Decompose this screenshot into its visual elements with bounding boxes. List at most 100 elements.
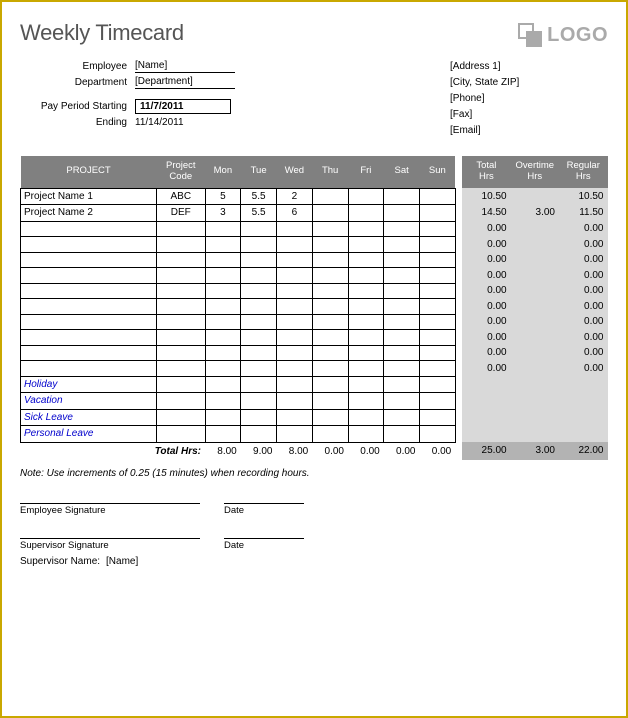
table-cell[interactable] — [157, 376, 205, 393]
table-cell[interactable] — [348, 376, 384, 393]
table-cell[interactable] — [384, 409, 420, 426]
table-cell[interactable] — [277, 361, 313, 377]
employee-name[interactable]: [Name] — [135, 59, 235, 73]
table-cell[interactable] — [241, 330, 277, 346]
table-cell[interactable] — [241, 268, 277, 284]
table-cell[interactable] — [348, 314, 384, 330]
table-cell[interactable] — [312, 188, 348, 205]
table-cell[interactable] — [384, 188, 420, 205]
table-cell[interactable] — [157, 345, 205, 361]
table-cell[interactable] — [205, 268, 241, 284]
table-cell[interactable] — [241, 393, 277, 410]
table-cell[interactable] — [241, 283, 277, 299]
table-cell[interactable] — [277, 283, 313, 299]
table-cell[interactable] — [277, 221, 313, 237]
table-cell[interactable] — [205, 299, 241, 315]
table-cell[interactable] — [241, 314, 277, 330]
table-cell[interactable] — [21, 221, 157, 237]
pay-start-value[interactable]: 11/7/2011 — [135, 99, 231, 114]
table-cell[interactable] — [21, 252, 157, 268]
table-cell[interactable] — [241, 221, 277, 237]
table-cell[interactable] — [21, 299, 157, 315]
table-cell[interactable] — [205, 252, 241, 268]
table-cell[interactable] — [420, 376, 456, 393]
table-cell[interactable] — [420, 299, 456, 315]
table-cell[interactable] — [420, 237, 456, 253]
supervisor-signature-date-label[interactable]: Date — [224, 538, 304, 551]
table-cell[interactable]: Project Name 1 — [21, 188, 157, 205]
table-cell[interactable] — [384, 252, 420, 268]
table-cell[interactable] — [420, 345, 456, 361]
table-cell[interactable] — [384, 299, 420, 315]
table-cell[interactable] — [205, 409, 241, 426]
table-cell[interactable] — [277, 409, 313, 426]
table-cell[interactable] — [420, 426, 456, 443]
table-cell[interactable] — [312, 252, 348, 268]
table-cell[interactable] — [277, 237, 313, 253]
table-cell[interactable] — [157, 221, 205, 237]
supervisor-signature-label[interactable]: Supervisor Signature — [20, 538, 200, 551]
table-cell[interactable]: 6 — [277, 205, 313, 222]
table-cell[interactable] — [420, 252, 456, 268]
table-cell[interactable] — [384, 205, 420, 222]
table-cell[interactable]: 5.5 — [241, 188, 277, 205]
table-cell[interactable] — [21, 283, 157, 299]
table-cell[interactable] — [420, 409, 456, 426]
table-cell[interactable] — [277, 268, 313, 284]
table-cell[interactable]: 3 — [205, 205, 241, 222]
table-cell[interactable] — [205, 221, 241, 237]
table-cell[interactable] — [277, 345, 313, 361]
table-cell[interactable] — [348, 426, 384, 443]
table-cell[interactable] — [277, 330, 313, 346]
table-cell[interactable] — [205, 426, 241, 443]
table-cell[interactable] — [420, 314, 456, 330]
table-cell[interactable] — [21, 345, 157, 361]
table-cell[interactable]: Project Name 2 — [21, 205, 157, 222]
table-cell[interactable]: 5 — [205, 188, 241, 205]
table-cell[interactable] — [420, 361, 456, 377]
table-cell[interactable] — [312, 237, 348, 253]
table-cell[interactable] — [348, 205, 384, 222]
table-cell[interactable] — [21, 361, 157, 377]
table-cell[interactable] — [348, 361, 384, 377]
table-cell[interactable] — [348, 221, 384, 237]
table-cell[interactable] — [312, 283, 348, 299]
table-cell[interactable] — [157, 252, 205, 268]
table-cell[interactable] — [312, 393, 348, 410]
table-cell[interactable] — [241, 426, 277, 443]
table-cell[interactable] — [384, 330, 420, 346]
table-cell[interactable] — [312, 376, 348, 393]
table-cell[interactable] — [241, 252, 277, 268]
table-cell[interactable]: 2 — [277, 188, 313, 205]
table-cell[interactable] — [241, 345, 277, 361]
table-cell[interactable] — [157, 314, 205, 330]
table-cell[interactable] — [420, 188, 456, 205]
table-cell[interactable] — [277, 426, 313, 443]
table-cell[interactable] — [312, 268, 348, 284]
table-cell[interactable] — [241, 361, 277, 377]
table-cell[interactable] — [157, 237, 205, 253]
table-cell[interactable] — [205, 283, 241, 299]
table-cell[interactable] — [384, 314, 420, 330]
table-cell[interactable] — [312, 299, 348, 315]
table-cell[interactable] — [420, 221, 456, 237]
table-cell[interactable] — [205, 345, 241, 361]
table-cell[interactable] — [384, 237, 420, 253]
table-cell[interactable] — [21, 314, 157, 330]
table-cell[interactable] — [348, 393, 384, 410]
employee-signature-label[interactable]: Employee Signature — [20, 503, 200, 516]
table-cell[interactable] — [241, 376, 277, 393]
table-cell[interactable] — [312, 345, 348, 361]
table-cell[interactable] — [21, 237, 157, 253]
table-cell[interactable] — [157, 283, 205, 299]
table-cell[interactable] — [312, 409, 348, 426]
table-cell[interactable]: 5.5 — [241, 205, 277, 222]
table-cell[interactable] — [157, 426, 205, 443]
table-cell[interactable] — [348, 188, 384, 205]
table-cell[interactable] — [205, 393, 241, 410]
table-cell[interactable] — [420, 393, 456, 410]
table-cell[interactable] — [241, 409, 277, 426]
table-cell[interactable] — [277, 393, 313, 410]
table-cell[interactable] — [312, 361, 348, 377]
table-cell[interactable] — [420, 330, 456, 346]
